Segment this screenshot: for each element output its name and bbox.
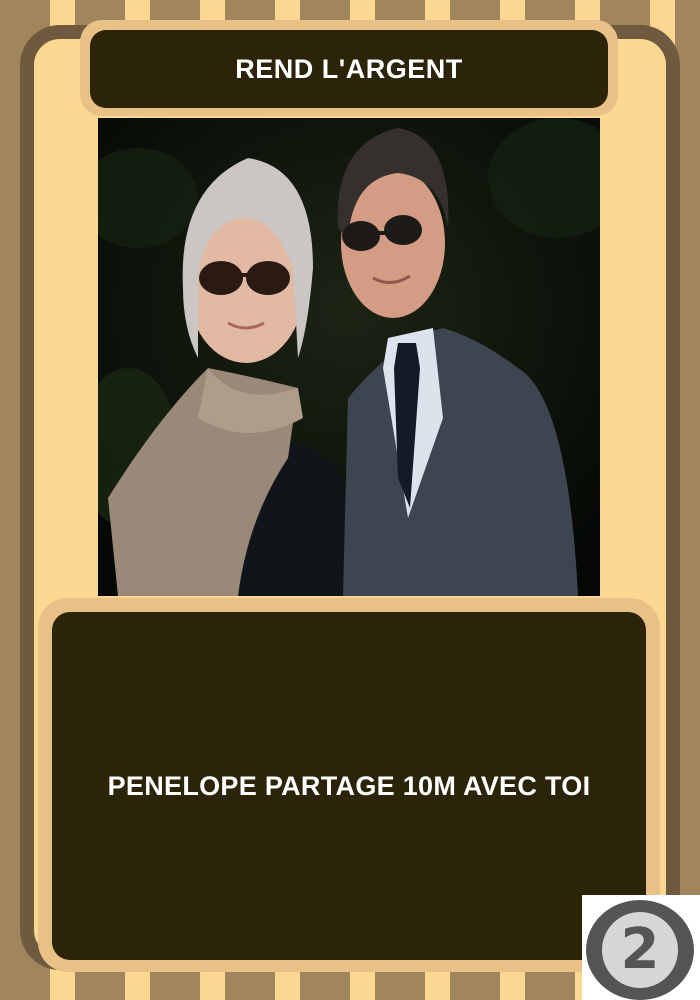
number-badge-inner: 2 bbox=[602, 912, 678, 988]
card-text: PENELOPE PARTAGE 10M AVEC TOI bbox=[107, 770, 591, 801]
text-panel: PENELOPE PARTAGE 10M AVEC TOI bbox=[52, 612, 646, 960]
card-number: 2 bbox=[620, 917, 660, 982]
card-header: REND L'ARGENT bbox=[90, 30, 608, 108]
photo-of-couple-icon bbox=[98, 118, 600, 596]
card-photo bbox=[98, 118, 600, 596]
number-badge: 2 bbox=[586, 900, 694, 1000]
card-title: REND L'ARGENT bbox=[235, 53, 463, 84]
